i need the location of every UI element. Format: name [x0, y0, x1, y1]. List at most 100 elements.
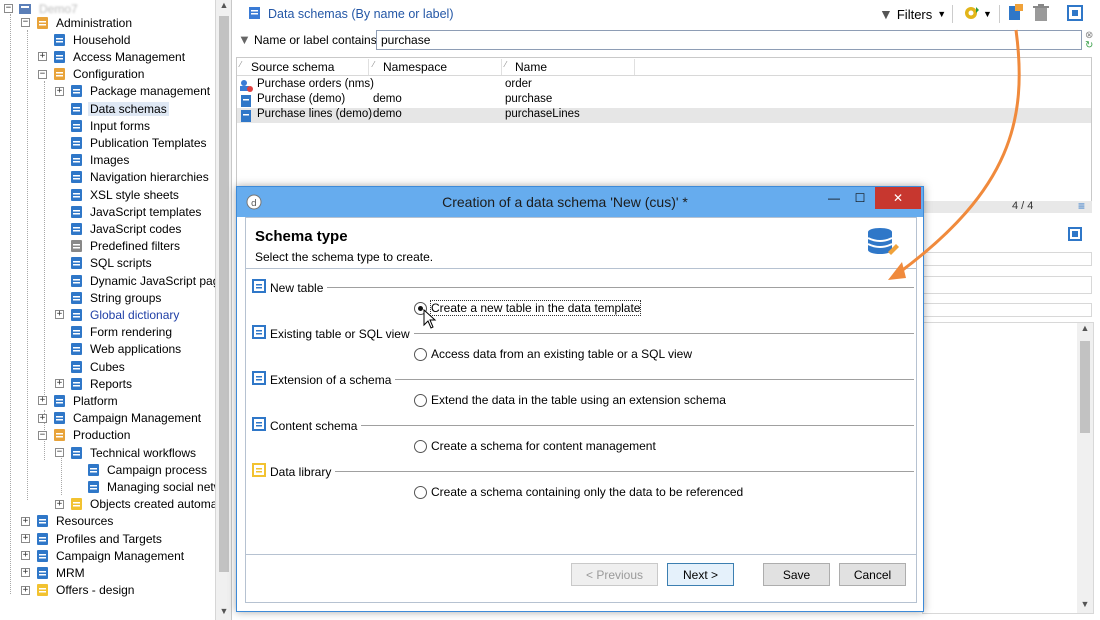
delete-button[interactable]: [1033, 3, 1049, 24]
tree-item[interactable]: Predefined filters: [55, 238, 182, 255]
tree-item-label: Campaign Management: [73, 411, 202, 426]
previous-button[interactable]: < Previous: [571, 563, 658, 586]
tree-scrollbar[interactable]: ▲ ▼: [215, 0, 231, 620]
scroll-down-icon[interactable]: ▼: [216, 606, 231, 620]
schema-type-radio[interactable]: Extend the data in the table using an ex…: [414, 393, 726, 407]
tree-item[interactable]: JavaScript codes: [55, 220, 183, 237]
radio-unchecked-icon[interactable]: [414, 439, 427, 453]
schema-type-radio[interactable]: Create a schema for content management: [414, 439, 656, 453]
tree-item[interactable]: + Global dictionary: [55, 306, 181, 323]
schema-type-radio[interactable]: Create a new table in the data template: [414, 300, 642, 316]
expand-toggle[interactable]: +: [38, 413, 47, 423]
tree-item[interactable]: + Resources: [21, 513, 115, 530]
tree-item[interactable]: Managing social netw: [72, 478, 224, 495]
tree-item[interactable]: + Campaign Management: [38, 410, 203, 427]
radio-unchecked-icon[interactable]: [414, 485, 427, 499]
tree-item[interactable]: Input forms: [55, 117, 152, 134]
tree-item[interactable]: Dynamic JavaScript page: [55, 272, 228, 289]
tree-item[interactable]: + Package management: [55, 83, 212, 100]
table-row[interactable]: Purchase lines (demo) demo purchaseLines: [237, 108, 1091, 123]
menu-icon[interactable]: ≡: [1078, 199, 1085, 213]
scroll-thumb[interactable]: [219, 16, 229, 572]
expand-toggle[interactable]: +: [21, 516, 30, 526]
tree-item[interactable]: + Profiles and Targets: [21, 530, 164, 547]
radio-label: Extend the data in the table using an ex…: [431, 393, 726, 407]
scroll-thumb[interactable]: [1080, 341, 1090, 433]
tree-item[interactable]: XSL style sheets: [55, 186, 181, 203]
tree-item[interactable]: + Reports: [55, 375, 134, 392]
tree-item[interactable]: + Offers - design: [21, 582, 136, 599]
collapse-toggle[interactable]: −: [55, 448, 64, 457]
collapse-toggle[interactable]: −: [38, 430, 47, 440]
tree-item[interactable]: + Objects created automat: [55, 496, 223, 513]
tree-item[interactable]: + Access Management: [38, 48, 187, 65]
scroll-up-icon[interactable]: ▲: [216, 0, 231, 14]
close-icon[interactable]: ✕: [875, 187, 921, 209]
new-schema-button[interactable]: [1006, 3, 1024, 24]
collapse-toggle[interactable]: −: [21, 18, 30, 27]
tree-item[interactable]: − Configuration: [38, 66, 146, 83]
expand-toggle[interactable]: +: [55, 499, 64, 509]
tree-item[interactable]: Campaign process: [72, 461, 209, 478]
scroll-up-icon[interactable]: ▲: [1077, 323, 1093, 337]
tree-item[interactable]: Form rendering: [55, 324, 174, 341]
section-header: New table: [252, 279, 328, 296]
refresh-icon[interactable]: ↻: [1085, 40, 1093, 51]
expand-toggle[interactable]: +: [21, 534, 30, 543]
tree-item[interactable]: + Platform: [38, 392, 120, 409]
expand-icon[interactable]: [1068, 227, 1082, 244]
expand-toggle[interactable]: +: [55, 379, 64, 389]
expand-toggle[interactable]: +: [21, 585, 30, 595]
tree-item[interactable]: String groups: [55, 289, 163, 306]
column-header-name[interactable]: Name: [515, 60, 547, 74]
maximize-view-button[interactable]: [1067, 4, 1083, 24]
column-header-namespace[interactable]: Namespace: [383, 60, 447, 74]
expand-toggle[interactable]: +: [38, 52, 47, 62]
filter-row: ▼ Name or label contains: purchase ⊗ ↻: [234, 29, 1094, 51]
filter-input[interactable]: purchase: [376, 30, 1082, 50]
tree-item-label: Platform: [73, 393, 118, 408]
tree-item[interactable]: + MRM: [21, 564, 87, 581]
tree-item[interactable]: SQL scripts: [55, 255, 154, 272]
expand-toggle[interactable]: +: [38, 396, 47, 406]
actions-button[interactable]: ▼: [963, 4, 992, 24]
tree-item[interactable]: Data schemas: [55, 100, 169, 117]
tree-item[interactable]: − Production: [38, 427, 132, 444]
next-button[interactable]: Next >: [667, 563, 734, 586]
tree-item[interactable]: + Campaign Management: [21, 547, 186, 564]
expand-toggle[interactable]: +: [55, 86, 64, 96]
table-row[interactable]: Purchase orders (nms) order: [237, 78, 1091, 93]
maximize-icon[interactable]: ☐: [845, 187, 875, 209]
expand-toggle[interactable]: +: [55, 310, 64, 320]
save-button[interactable]: Save: [763, 563, 830, 586]
radio-unchecked-icon[interactable]: [414, 393, 427, 407]
tree-item[interactable]: JavaScript templates: [55, 203, 203, 220]
tree-item[interactable]: Publication Templates: [55, 134, 209, 151]
schema-type-radio[interactable]: Create a schema containing only the data…: [414, 485, 743, 499]
schema-type-radio[interactable]: Access data from an existing table or a …: [414, 347, 692, 361]
table-row[interactable]: Purchase (demo) demo purchase: [237, 93, 1091, 108]
column-header-source[interactable]: Source schema: [251, 60, 334, 74]
expand-toggle[interactable]: +: [21, 568, 30, 578]
tree-item[interactable]: Navigation hierarchies: [55, 169, 211, 186]
cell-source: Purchase (demo): [257, 93, 346, 105]
tree-item[interactable]: Cubes: [55, 358, 127, 375]
filters-button[interactable]: ▼ Filters ▼: [879, 4, 946, 24]
cell-name: order: [505, 78, 532, 90]
tree-item[interactable]: − Administration: [21, 14, 134, 31]
editor-scrollbar[interactable]: ▲ ▼: [1077, 323, 1093, 613]
scroll-down-icon[interactable]: ▼: [1077, 599, 1093, 613]
expand-toggle[interactable]: +: [21, 551, 30, 561]
collapse-toggle[interactable]: −: [4, 4, 13, 13]
tree-item[interactable]: Web applications: [55, 341, 183, 358]
cancel-button[interactable]: Cancel: [839, 563, 906, 586]
collapse-toggle[interactable]: −: [38, 69, 47, 79]
tree-item-label: Web applications: [90, 342, 182, 357]
section-label: New table: [270, 280, 324, 295]
tree-item[interactable]: − Technical workflows: [55, 444, 198, 461]
gear-action-icon: [963, 5, 981, 24]
tree-item[interactable]: Images: [55, 152, 131, 169]
tree-item-label: Offers - design: [56, 583, 135, 598]
radio-unchecked-icon[interactable]: [414, 347, 427, 361]
tree-item[interactable]: Household: [38, 31, 132, 48]
